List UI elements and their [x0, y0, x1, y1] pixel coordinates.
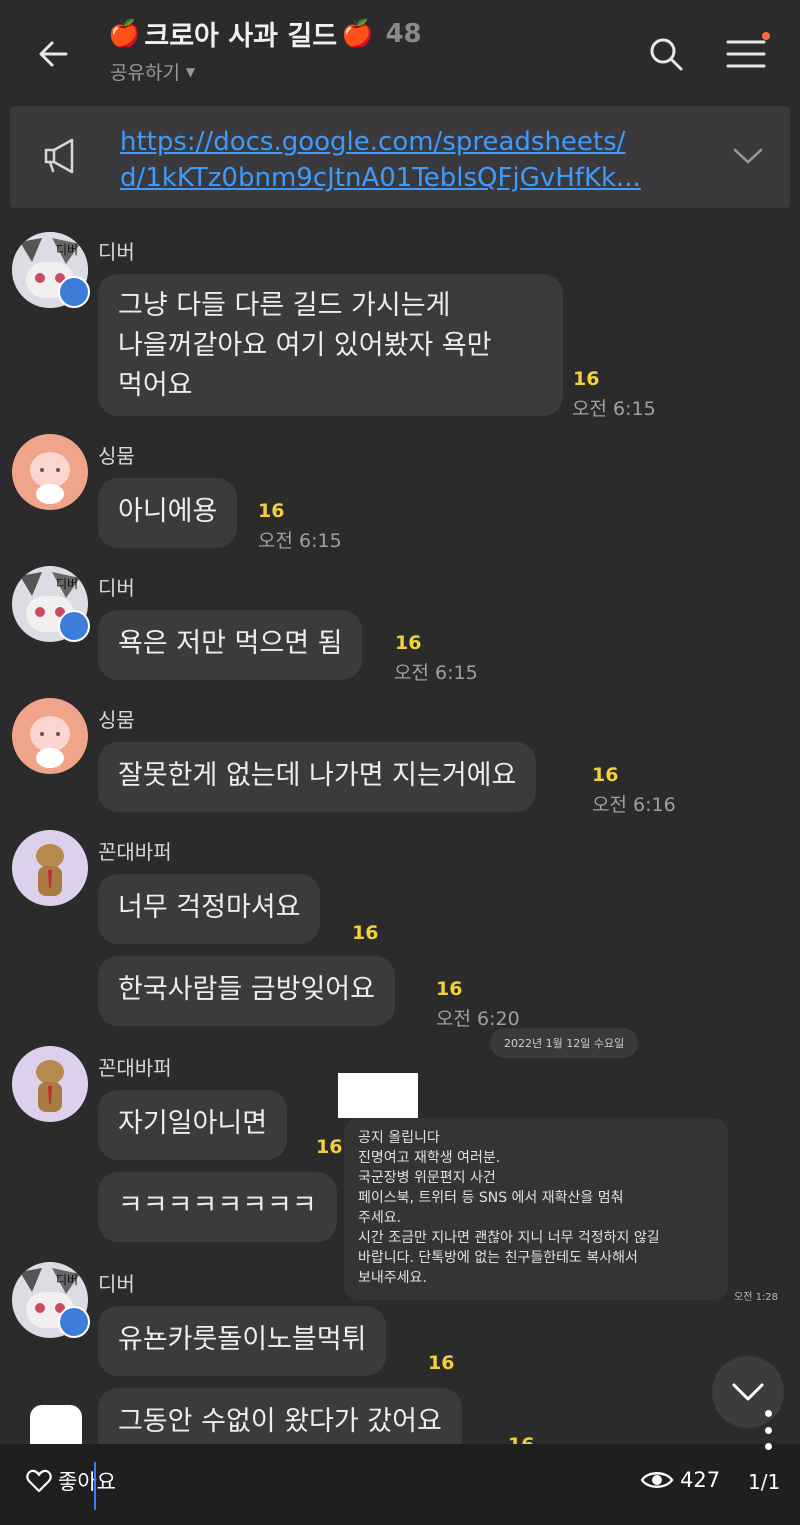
message-line: 그냥 다들 다른 길드 가시는게: [118, 290, 451, 321]
chat-title-row[interactable]: 🍎 크로아 사과 길드 🍎 48: [108, 14, 422, 53]
message-bubble[interactable]: 그냥 다들 다른 길드 가시는게 나을꺼같아요 여기 있어봤자 욕만 먹어요: [98, 274, 563, 416]
message-bubble[interactable]: 유뇬카룻돌이노블먹튀: [98, 1306, 387, 1376]
heart-icon: [26, 1469, 52, 1493]
overlay-line: 주세요.: [358, 1210, 402, 1226]
unread-count: 16: [316, 1136, 343, 1158]
message-time: 오전 6:15: [258, 530, 342, 552]
megaphone-icon: [44, 138, 74, 174]
overlay-line: 페이스북, 트위터 등 SNS 에서 재확산을 멈춰: [358, 1190, 624, 1206]
sender-name: 디버: [98, 1272, 135, 1296]
menu-button[interactable]: [716, 28, 776, 80]
message-bubble[interactable]: 자기일아니면: [98, 1090, 288, 1160]
more-options-icon[interactable]: [760, 1410, 776, 1450]
message-text: 욕은 저만 먹으면 됨: [118, 628, 343, 659]
svg-text:디버: 디버: [56, 243, 78, 257]
overlay-line: 바랍니다. 단톡방에 없는 친구들한테도 복사해서: [358, 1250, 638, 1266]
unread-count: 16: [428, 1352, 455, 1374]
chat-title: 크로아 사과 길드: [144, 21, 338, 52]
unread-count: 16: [592, 764, 619, 786]
like-button[interactable]: 좋아요: [26, 1466, 116, 1496]
message-bubble[interactable]: 한국사람들 금방잊어요: [98, 956, 395, 1026]
sender-name: 디버: [98, 576, 135, 600]
pinned-notice[interactable]: https://docs.google.com/spreadsheets/ d/…: [10, 106, 790, 208]
overlay-line: 시간 조금만 지나면 괜찮아 지니 너무 걱정하지 않길: [358, 1230, 660, 1246]
sender-name: 싱뭄: [98, 708, 135, 732]
like-label: 좋아요: [58, 1470, 116, 1494]
notification-dot: [762, 32, 770, 40]
overlay-notice-message: 공지 올립니다 진명여고 재학생 여러분. 국군장병 위문편지 사건 페이스북,…: [344, 1118, 728, 1300]
apple-emoji-left: 🍎: [108, 18, 141, 49]
svg-text:디버: 디버: [56, 577, 78, 591]
sender-name: 꼰대바퍼: [98, 1056, 172, 1080]
avatar-singmum[interactable]: [12, 434, 88, 510]
notice-link-line1: https://docs.google.com/spreadsheets/: [120, 127, 626, 157]
text-cursor: [94, 1462, 96, 1510]
message-time: 오전 6:15: [394, 662, 478, 684]
unread-count: 16: [258, 500, 285, 522]
avatar-kkondae[interactable]: [12, 1046, 88, 1122]
view-count: 427: [640, 1468, 720, 1492]
hamburger-menu-icon: [726, 40, 766, 68]
page-indicator: 1/1: [748, 1470, 781, 1494]
message-text: 한국사람들 금방잊어요: [118, 974, 375, 1005]
message-text: ㅋㅋㅋㅋㅋㅋㅋㅋ: [118, 1190, 317, 1221]
message-line: 먹어요: [118, 370, 193, 401]
date-divider: 2022년 1월 12일 수요일: [490, 1028, 639, 1058]
message-text: 그동안 수없이 왔다가 갔어요: [118, 1406, 442, 1437]
message-line: 나을꺼같아요 여기 있어봤자 욕만: [118, 330, 492, 361]
caret-down-icon: ▼: [185, 64, 196, 79]
message-text: 잘못한게 없는데 나가면 지는거에요: [118, 760, 517, 791]
sender-name: 싱뭄: [98, 444, 135, 468]
back-arrow-icon: [39, 41, 68, 67]
message-text: 너무 걱정마셔요: [118, 892, 301, 923]
avatar-singmum[interactable]: [12, 698, 88, 774]
search-button[interactable]: [640, 28, 692, 80]
crown-badge-icon: [58, 276, 90, 308]
share-button[interactable]: 공유하기 ▼: [110, 58, 195, 85]
view-count-value: 427: [680, 1468, 721, 1492]
message-bubble[interactable]: 욕은 저만 먹으면 됨: [98, 610, 363, 680]
message-bubble[interactable]: 너무 걱정마셔요: [98, 874, 321, 944]
chevron-down-icon: [732, 1383, 764, 1401]
message-time: 오전 6:20: [436, 1008, 520, 1030]
avatar-kkondae[interactable]: [12, 830, 88, 906]
message-time: 오전 6:15: [572, 398, 656, 420]
notice-link-line2: d/1kKTz0bnm9cJtnA01TeblsQFjGvHfKk...: [120, 163, 641, 193]
overlay-line: 진명여고 재학생 여러분.: [358, 1150, 501, 1166]
message-bubble[interactable]: ㅋㅋㅋㅋㅋㅋㅋㅋ: [98, 1172, 337, 1242]
message-text: 아니에용: [118, 496, 218, 527]
sender-name: 꼰대바퍼: [98, 840, 172, 864]
sender-name: 디버: [98, 240, 135, 264]
redacted-box: [338, 1073, 418, 1118]
crown-badge-icon: [58, 610, 90, 642]
back-button[interactable]: [28, 28, 80, 80]
eye-icon: [640, 1472, 674, 1488]
unread-count: 16: [395, 632, 422, 654]
apple-emoji-right: 🍎: [341, 18, 374, 49]
notice-link[interactable]: https://docs.google.com/spreadsheets/ d/…: [120, 124, 720, 196]
overlay-line: 보내주세요.: [358, 1270, 427, 1286]
message-time: 오전 6:16: [592, 794, 676, 816]
chevron-down-icon[interactable]: [732, 146, 764, 166]
overlay-time: 오전 1:28: [734, 1292, 779, 1303]
message-bubble[interactable]: 잘못한게 없는데 나가면 지는거에요: [98, 742, 537, 812]
message-bubble[interactable]: 아니에용: [98, 478, 238, 548]
chat-header: 🍎 크로아 사과 길드 🍎 48 공유하기 ▼: [0, 0, 800, 100]
member-count: 48: [385, 18, 422, 49]
overlay-line: 공지 올립니다: [358, 1130, 440, 1146]
unread-count: 16: [573, 368, 600, 390]
crown-badge-icon: [58, 1306, 90, 1338]
search-icon: [650, 38, 683, 71]
message-text: 자기일아니면: [118, 1108, 268, 1139]
share-label: 공유하기: [110, 62, 180, 84]
unread-count: 16: [436, 978, 463, 1000]
message-text: 유뇬카룻돌이노블먹튀: [118, 1324, 367, 1355]
svg-text:디버: 디버: [56, 1273, 78, 1287]
unread-count: 16: [352, 922, 379, 944]
overlay-line: 국군장병 위문편지 사건: [358, 1170, 496, 1186]
